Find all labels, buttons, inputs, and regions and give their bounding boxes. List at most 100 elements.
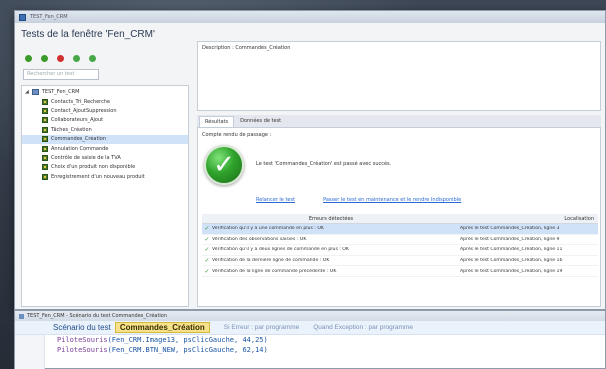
editor-icon: [19, 313, 24, 319]
table-row[interactable]: ✓ Vérification des observations saisies :…: [202, 235, 598, 246]
record-button[interactable]: [71, 53, 82, 64]
app-icon: [19, 13, 26, 21]
row-error-text: Vérification des observations saisies : …: [212, 236, 307, 242]
window-title: TEST_Fen_CRM: [30, 14, 68, 20]
collapse-icon[interactable]: ◢: [25, 89, 29, 95]
ok-check-icon: ✓: [204, 267, 210, 275]
editor-gutter: [15, 335, 45, 369]
folder-icon: [31, 88, 39, 95]
tree-item-label: Collaborateurs_Ajout: [51, 117, 104, 124]
test-tree: ◢ TEST_Fen_CRM Contacts_Tri_Recherche Con…: [21, 85, 189, 307]
tree-item-label: Contrôle de saisie de la TVA: [51, 155, 121, 162]
test-icon: [42, 98, 48, 105]
results-table: Erreurs détectées Localisation ✓ Vérifica…: [202, 214, 598, 277]
success-message: Le test 'Commandes_Création' est passé a…: [256, 161, 392, 167]
code-function: PiloteSouris: [57, 346, 108, 354]
header-errors[interactable]: Erreurs détectées: [202, 216, 460, 222]
tree-item-label: Tâches_Création: [51, 126, 92, 133]
tree-item-label: Annulation Commande: [51, 145, 109, 152]
row-error-text: Vérification qu'il y a une commande en p…: [212, 226, 324, 232]
window-titlebar: TEST_Fen_CRM: [15, 11, 605, 23]
search-input[interactable]: Rechercher un test: [23, 69, 99, 80]
test-icon: [42, 155, 48, 162]
tree-root[interactable]: ◢ TEST_Fen_CRM: [22, 86, 188, 97]
description-label: Description : Commandes_Création: [202, 45, 291, 51]
editor-titlebar: TEST_Fen_CRM - Scénario du test Commande…: [15, 311, 605, 321]
row-location: Après le test Commandes_Création, ligne …: [460, 247, 563, 253]
test-icon: [42, 136, 48, 143]
row-location: Après le test Commandes_Création, ligne …: [460, 258, 563, 264]
tree-item-label: Commandes_Création: [51, 136, 107, 143]
tree-item[interactable]: Contacts_Tri_Recherche: [22, 97, 188, 106]
forward-button[interactable]: [87, 53, 98, 64]
ok-check-icon: ✓: [204, 235, 210, 243]
success-check-icon: ✓: [204, 145, 244, 185]
scenario-header: Scénario du test Commandes_Création Si E…: [15, 321, 605, 335]
editor-title: TEST_Fen_CRM - Scénario du test Commande…: [27, 313, 168, 319]
table-row[interactable]: ✓ Vérification qu'il y a deux lignes de c…: [202, 245, 598, 256]
toolbar: [23, 53, 98, 64]
tree-item[interactable]: Contact_AjoutSuppression: [22, 106, 188, 115]
table-row[interactable]: ✓ Vérification de la ligne de commande pr…: [202, 266, 598, 277]
code-line[interactable]: PiloteSouris(Fen_CRM.Image13, psClicGauc…: [15, 335, 605, 345]
code-args: (Fen_CRM.BTN_NEW, psClicGauche, 62,14): [107, 346, 268, 354]
page-title: Tests de la fenêtre 'Fen_CRM': [21, 29, 155, 40]
maintenance-link[interactable]: Passer le test en maintenance et le rend…: [323, 197, 461, 203]
row-location: Après le test Commandes_Création, ligne …: [460, 226, 560, 232]
table-row[interactable]: ✓ Vérification qu'il y a une commande en …: [202, 224, 598, 235]
test-icon: [42, 108, 48, 115]
tree-item[interactable]: Annulation Commande: [22, 144, 188, 153]
test-icon: [42, 126, 48, 133]
tree-item-label: Enregistrement d'un nouveau produit: [51, 173, 145, 180]
rerun-link[interactable]: Relancer le test: [256, 197, 295, 203]
tab-test-data[interactable]: Données de test: [235, 116, 287, 127]
scenario-editor: TEST_Fen_CRM - Scénario du test Commande…: [14, 310, 606, 369]
tree-item[interactable]: Contrôle de saisie de la TVA: [22, 153, 188, 162]
error-mode[interactable]: Si Erreur : par programme: [214, 324, 300, 331]
tree-item-label: Contact_AjoutSuppression: [51, 108, 117, 115]
action-links: Relancer le test Passer le test en maint…: [256, 197, 461, 203]
tree-item[interactable]: Commandes_Création: [22, 134, 188, 144]
exception-mode[interactable]: Quand Exception : par programme: [303, 324, 413, 331]
row-location: Après le test Commandes_Création, ligne …: [460, 236, 560, 242]
tree-item[interactable]: Tâches_Création: [22, 125, 188, 134]
tab-results[interactable]: Résultats: [199, 116, 235, 127]
ok-check-icon: ✓: [204, 225, 210, 233]
results-panel: Compte rendu de passage : ✓ Le test 'Com…: [197, 128, 601, 307]
code-function: PiloteSouris: [57, 336, 108, 344]
stop-button[interactable]: [55, 53, 66, 64]
description-box[interactable]: Description : Commandes_Création: [197, 41, 601, 111]
test-manager-window: TEST_Fen_CRM Tests de la fenêtre 'Fen_CR…: [14, 10, 606, 310]
header-location[interactable]: Localisation: [460, 216, 598, 222]
scenario-prefix: Scénario du test: [53, 323, 111, 332]
tree-item[interactable]: Enregistrement d'un nouveau produit: [22, 172, 188, 181]
run-all-icon: [41, 55, 48, 62]
test-icon: [42, 173, 48, 180]
code-line[interactable]: PiloteSouris(Fen_CRM.BTN_NEW, psClicGauc…: [15, 345, 605, 355]
report-label: Compte rendu de passage :: [202, 132, 272, 138]
ok-check-icon: ✓: [204, 257, 210, 265]
row-error-text: Vérification qu'il y a deux lignes de co…: [212, 247, 349, 253]
forward-icon: [89, 55, 96, 62]
ok-check-icon: ✓: [204, 246, 210, 254]
run-button[interactable]: [23, 53, 34, 64]
stop-icon: [57, 55, 64, 62]
detail-pane: Description : Commandes_Création Résulta…: [197, 41, 601, 307]
run-all-button[interactable]: [39, 53, 50, 64]
tab-bar: Résultats Données de test: [197, 115, 601, 128]
code-args: (Fen_CRM.Image13, psClicGauche, 44,25): [107, 336, 268, 344]
tree-root-label: TEST_Fen_CRM: [41, 88, 80, 95]
test-icon: [42, 145, 48, 152]
row-error-text: Vérification de la ligne de commande pré…: [212, 268, 337, 274]
test-icon: [42, 117, 48, 124]
tree-item-label: Contacts_Tri_Recherche: [51, 98, 111, 105]
table-row[interactable]: ✓ Vérification de la dernière ligne de co…: [202, 256, 598, 267]
scenario-name: Commandes_Création: [114, 322, 210, 333]
tree-item[interactable]: Choix d'un produit non disponible: [22, 163, 188, 172]
record-icon: [73, 55, 80, 62]
tree-item-label: Choix d'un produit non disponible: [51, 164, 136, 171]
tree-item[interactable]: Collaborateurs_Ajout: [22, 116, 188, 125]
test-icon: [42, 164, 48, 171]
row-location: Après le test Commandes_Création, ligne …: [460, 268, 563, 274]
run-icon: [25, 55, 32, 62]
